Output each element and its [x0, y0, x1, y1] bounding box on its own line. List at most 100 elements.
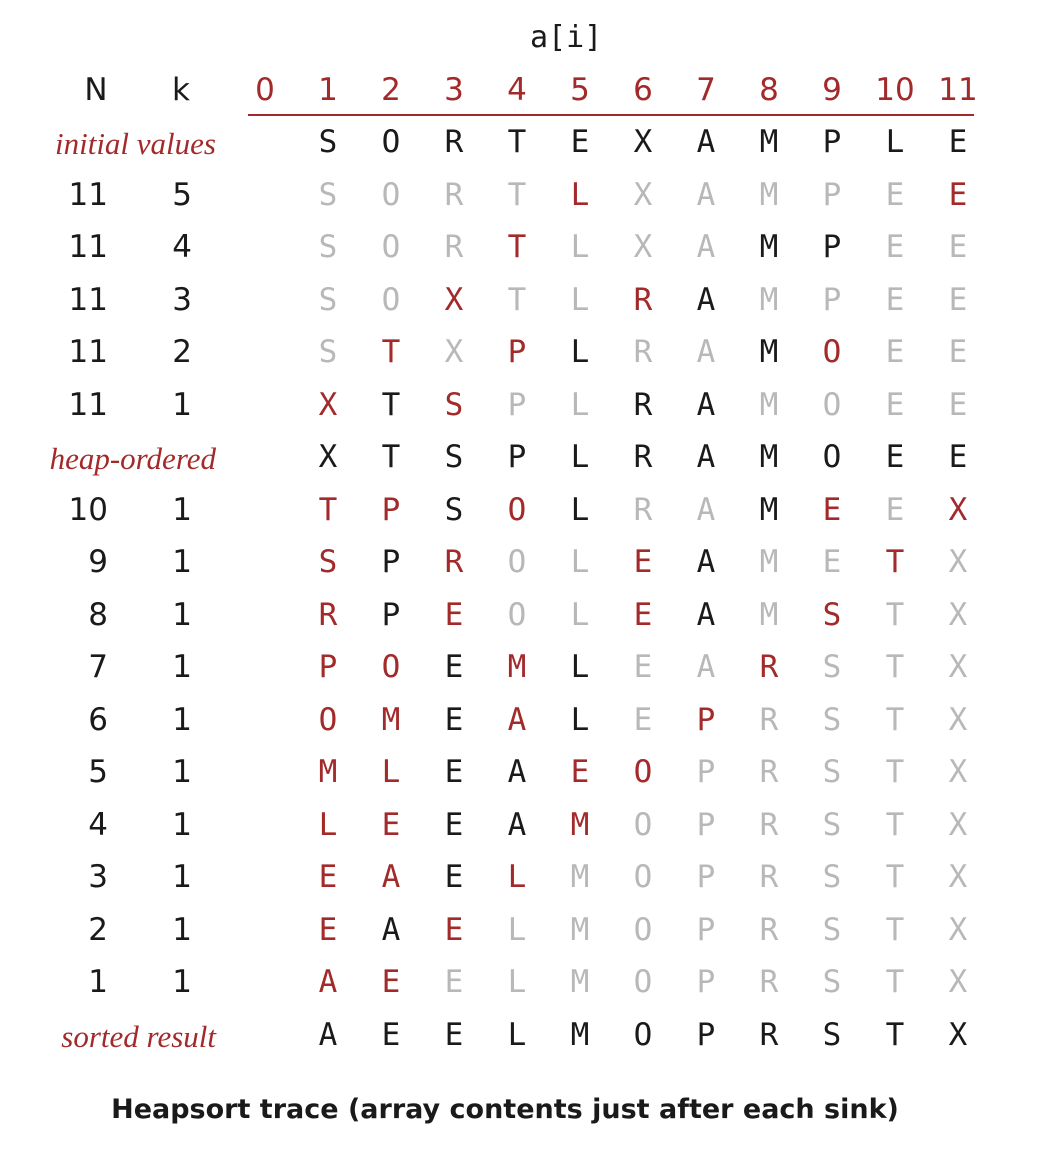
row-n-value: 4 [88, 806, 108, 843]
array-cell: E [570, 124, 590, 160]
array-cell: M [570, 964, 590, 1000]
row-k-value: 1 [172, 754, 192, 790]
array-cell: M [759, 491, 779, 528]
row-k-value: 1 [172, 964, 192, 1000]
array-cell: E [885, 334, 905, 370]
array-cell: E [318, 859, 338, 895]
array-cell: T [885, 911, 905, 948]
array-cell: A [381, 859, 401, 895]
index-header-9: 9 [822, 72, 842, 108]
array-cell: M [759, 281, 779, 318]
array-cell: A [696, 544, 716, 580]
array-cell: O [633, 964, 653, 1000]
row-k-value: 1 [172, 806, 192, 843]
array-cell: L [570, 334, 590, 370]
array-cell: L [570, 649, 590, 685]
array-cell: A [696, 176, 716, 213]
row-n-value: 11 [68, 281, 108, 318]
array-cell: S [822, 701, 842, 738]
array-cell: R [759, 701, 779, 738]
array-cell: E [948, 124, 968, 160]
array-cell: E [885, 281, 905, 318]
array-cell: R [444, 176, 464, 213]
array-cell: E [633, 701, 653, 738]
array-cell: E [381, 964, 401, 1000]
array-cell: E [822, 544, 842, 580]
array-cell: S [318, 544, 338, 580]
array-cell: E [444, 806, 464, 843]
array-cell: E [444, 649, 464, 685]
array-cell: X [633, 124, 653, 160]
row-k-value: 1 [172, 701, 192, 738]
array-cell: X [948, 859, 968, 895]
array-cell: R [759, 1016, 779, 1053]
array-cell: A [507, 806, 527, 843]
array-cell: E [885, 229, 905, 265]
array-cell: T [885, 701, 905, 738]
array-cell: E [948, 176, 968, 213]
array-cell: X [948, 1016, 968, 1053]
row-n-value: 5 [88, 754, 108, 790]
array-cell: L [570, 281, 590, 318]
index-header-5: 5 [570, 72, 590, 108]
array-cell: X [318, 386, 338, 423]
row-n-value: 11 [68, 386, 108, 423]
array-cell: O [381, 229, 401, 265]
array-cell: S [444, 386, 464, 423]
array-cell: S [822, 754, 842, 790]
array-cell: L [885, 124, 905, 160]
array-cell: M [570, 1016, 590, 1053]
array-cell: P [318, 649, 338, 685]
array-cell: T [885, 596, 905, 633]
header-k: k [172, 72, 190, 108]
row-k-value: 1 [172, 544, 192, 580]
array-cell: A [696, 229, 716, 265]
array-cell: P [507, 334, 527, 370]
array-cell: E [633, 596, 653, 633]
array-cell: M [570, 859, 590, 895]
array-cell: L [570, 386, 590, 423]
array-cell: X [444, 334, 464, 370]
array-cell: R [444, 544, 464, 580]
array-cell: M [759, 176, 779, 213]
array-cell: S [444, 491, 464, 528]
array-cell: E [444, 754, 464, 790]
array-cell: S [822, 1016, 842, 1053]
array-cell: T [885, 964, 905, 1000]
array-cell: E [381, 806, 401, 843]
array-cell: A [696, 439, 716, 475]
array-cell: X [948, 544, 968, 580]
array-cell: X [444, 281, 464, 318]
row-label: sorted result [61, 1018, 216, 1054]
row-n-value: 9 [88, 544, 108, 580]
array-cell: A [381, 911, 401, 948]
array-cell: T [507, 281, 527, 318]
array-cell: E [885, 386, 905, 423]
array-cell: P [696, 806, 716, 843]
array-cell: E [444, 964, 464, 1000]
array-cell: L [570, 439, 590, 475]
array-cell: L [507, 1016, 527, 1053]
array-cell: P [822, 281, 842, 318]
array-cell: M [759, 596, 779, 633]
array-cell: S [822, 911, 842, 948]
array-cell: O [381, 124, 401, 160]
array-cell: P [696, 701, 716, 738]
array-cell: P [507, 386, 527, 423]
header-n: N [84, 72, 108, 108]
row-n-value: 1 [88, 964, 108, 1000]
index-header-8: 8 [759, 72, 779, 108]
figure-caption: Heapsort trace (array contents just afte… [111, 1094, 899, 1125]
array-cell: S [822, 649, 842, 685]
array-cell: S [822, 859, 842, 895]
row-k-value: 1 [172, 649, 192, 685]
index-header-0: 0 [255, 72, 275, 108]
array-cell: L [570, 701, 590, 738]
array-cell: R [759, 754, 779, 790]
array-cell: S [318, 176, 338, 213]
array-cell: E [885, 439, 905, 475]
array-cell: E [948, 334, 968, 370]
array-cell: E [948, 281, 968, 318]
array-cell: T [318, 491, 338, 528]
row-k-value: 1 [172, 911, 192, 948]
